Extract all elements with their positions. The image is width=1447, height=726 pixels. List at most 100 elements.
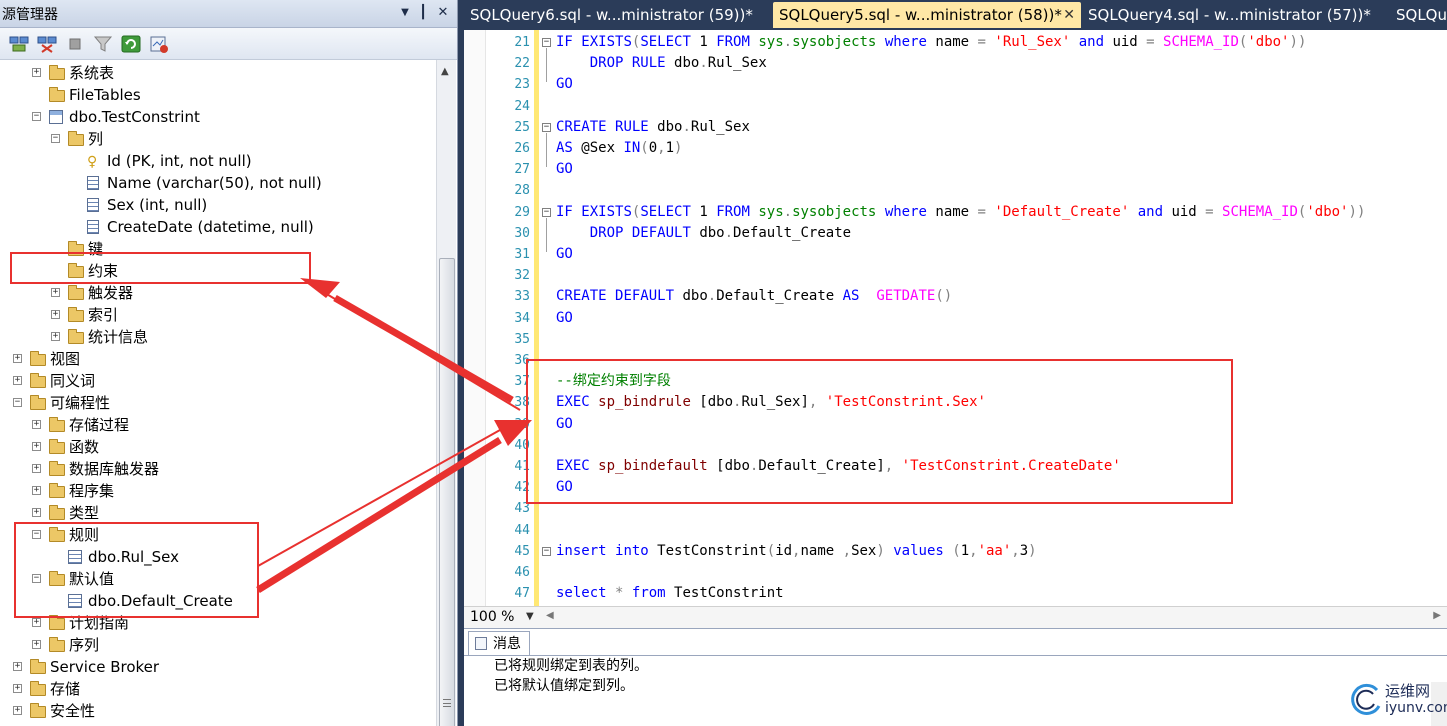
tree-node[interactable]: + 触发器 [0, 282, 430, 304]
close-tab-icon[interactable]: ✕ [1063, 2, 1075, 28]
connect-icon[interactable] [8, 34, 30, 54]
tree-node[interactable]: dbo.Rul_Sex [0, 546, 430, 568]
selection-margin[interactable] [464, 30, 486, 606]
code-line[interactable]: GO [556, 477, 573, 498]
code-line[interactable]: IF EXISTS(SELECT 1 FROM sys.sysobjects w… [556, 32, 1306, 53]
expand-icon[interactable]: + [51, 310, 60, 319]
messages-tab-label: 消息 [493, 636, 521, 652]
tab-sqlquery6[interactable]: SQLQuery6.sql - w...ministrator (59))* [464, 2, 770, 28]
tree-node[interactable]: − 可编程性 [0, 392, 430, 414]
object-explorer-scrollbar[interactable]: ▲ [436, 60, 456, 726]
dropdown-icon[interactable]: ▼ [396, 3, 414, 23]
tree-node[interactable]: Name (varchar(50), not null) [0, 172, 430, 194]
tree-node[interactable]: + 序列 [0, 634, 430, 656]
tab-sqlquery5[interactable]: SQLQuery5.sql - w...ministrator (58))* ✕ [773, 2, 1081, 28]
expand-icon[interactable]: + [32, 442, 41, 451]
collapse-icon[interactable]: − [51, 134, 60, 143]
expand-icon[interactable]: + [32, 640, 41, 649]
watermark-logo-icon [1351, 683, 1381, 715]
tab-messages[interactable]: 消息 [468, 631, 530, 655]
tree-node[interactable]: + 计划指南 [0, 612, 430, 634]
sql-editor[interactable]: 21 22 23 24 25 26 27 28 29 30 31 32 33 34 35 36 37 38 39 40… [464, 30, 1447, 606]
expand-icon[interactable]: + [13, 354, 22, 363]
expand-icon[interactable]: + [51, 332, 60, 341]
disconnect-icon[interactable] [36, 34, 58, 54]
code-line[interactable]: DROP RULE dbo.Rul_Sex [556, 53, 767, 74]
tree-node[interactable]: + 同义词 [0, 370, 430, 392]
code-line[interactable]: CREATE DEFAULT dbo.Default_Create AS GET… [556, 286, 952, 307]
scroll-right-icon[interactable]: ▶ [1433, 610, 1441, 621]
code-line[interactable]: AS @Sex IN(0,1) [556, 138, 682, 159]
code-line[interactable]: GO [556, 159, 573, 180]
expand-icon[interactable]: + [32, 486, 41, 495]
object-explorer-title: 源管理器 [2, 7, 58, 23]
fold-collapse-icon[interactable]: − [542, 207, 551, 217]
code-line[interactable]: insert into TestConstrint(id,name ,Sex) … [556, 541, 1037, 562]
tab-sqlquery4[interactable]: SQLQuery4.sql - w...ministrator (57))* [1082, 2, 1400, 28]
stop-icon[interactable] [64, 34, 86, 54]
expand-icon[interactable]: + [51, 288, 60, 297]
tree-node[interactable]: + 类型 [0, 502, 430, 524]
fold-collapse-icon[interactable]: − [542, 122, 551, 132]
code-line[interactable]: CREATE RULE dbo.Rul_Sex [556, 117, 750, 138]
tree-node[interactable]: − dbo.TestConstrint [0, 106, 430, 128]
tree-node[interactable]: Sex (int, null) [0, 194, 430, 216]
expand-icon[interactable]: + [13, 662, 22, 671]
fold-collapse-icon[interactable]: − [542, 546, 551, 556]
expand-icon[interactable]: + [32, 618, 41, 627]
tree-node[interactable]: + 安全性 [0, 700, 430, 722]
fold-collapse-icon[interactable]: − [542, 38, 551, 47]
tree-node[interactable]: + 函数 [0, 436, 430, 458]
tree-node[interactable]: − 列 [0, 128, 430, 150]
expand-icon[interactable]: + [32, 508, 41, 517]
code-line[interactable]: GO [556, 244, 573, 265]
scrollbar-thumb[interactable] [439, 258, 455, 726]
tree-node[interactable]: + 索引 [0, 304, 430, 326]
scroll-up-icon[interactable]: ▲ [441, 66, 449, 77]
tree-node[interactable]: − 默认值 [0, 568, 430, 590]
code-line[interactable]: EXEC sp_bindrule [dbo.Rul_Sex], 'TestCon… [556, 392, 986, 413]
tree-node[interactable]: CreateDate (datetime, null) [0, 216, 430, 238]
collapse-icon[interactable]: − [32, 530, 41, 539]
tree-node[interactable]: + 存储过程 [0, 414, 430, 436]
tree-node[interactable]: + 数据库触发器 [0, 458, 430, 480]
activity-monitor-icon[interactable] [148, 34, 170, 54]
expand-icon[interactable]: + [32, 464, 41, 473]
refresh-icon[interactable] [120, 34, 142, 54]
code-line[interactable]: --绑定约束到字段 [556, 371, 671, 392]
tree-node[interactable]: + Service Broker [0, 656, 430, 678]
collapse-icon[interactable]: − [32, 574, 41, 583]
code-line[interactable]: GO [556, 414, 573, 435]
collapse-icon[interactable]: − [13, 398, 22, 407]
tree-node[interactable]: 约束 [0, 260, 430, 282]
code-line[interactable]: IF EXISTS(SELECT 1 FROM sys.sysobjects w… [556, 202, 1365, 223]
tree-node[interactable]: − 规则 [0, 524, 430, 546]
code-line[interactable]: DROP DEFAULT dbo.Default_Create [556, 223, 851, 244]
code-line[interactable]: select * from TestConstrint [556, 583, 784, 604]
pin-icon[interactable]: ┃ [414, 3, 432, 23]
tree-node[interactable]: FileTables [0, 84, 430, 106]
tree-node[interactable]: + 视图 [0, 348, 430, 370]
tree-node[interactable]: + 系统表 [0, 62, 430, 84]
tree-node[interactable]: + 存储 [0, 678, 430, 700]
tree-node[interactable]: 键 [0, 238, 430, 260]
collapse-icon[interactable]: − [32, 112, 41, 121]
code-line[interactable]: GO [556, 74, 573, 95]
expand-icon[interactable]: + [13, 376, 22, 385]
code-line[interactable]: EXEC sp_bindefault [dbo.Default_Create],… [556, 456, 1121, 477]
expand-icon[interactable]: + [32, 68, 41, 77]
tab-sqlquery-more[interactable]: SQLQu [1390, 2, 1447, 28]
close-icon[interactable]: ✕ [434, 3, 452, 23]
tree-node[interactable]: + 程序集 [0, 480, 430, 502]
expand-icon[interactable]: + [13, 706, 22, 715]
filter-icon[interactable] [92, 34, 114, 54]
tree-node[interactable]: ♀ Id (PK, int, not null) [0, 150, 430, 172]
code-line[interactable]: GO [556, 308, 573, 329]
zoom-level[interactable]: 100 % [470, 609, 514, 625]
tree-node[interactable]: dbo.Default_Create [0, 590, 430, 612]
scroll-left-icon[interactable]: ◀ [546, 610, 554, 621]
expand-icon[interactable]: + [32, 420, 41, 429]
tree-node[interactable]: + 统计信息 [0, 326, 430, 348]
expand-icon[interactable]: + [13, 684, 22, 693]
zoom-dropdown-icon[interactable]: ▼ [526, 611, 534, 622]
